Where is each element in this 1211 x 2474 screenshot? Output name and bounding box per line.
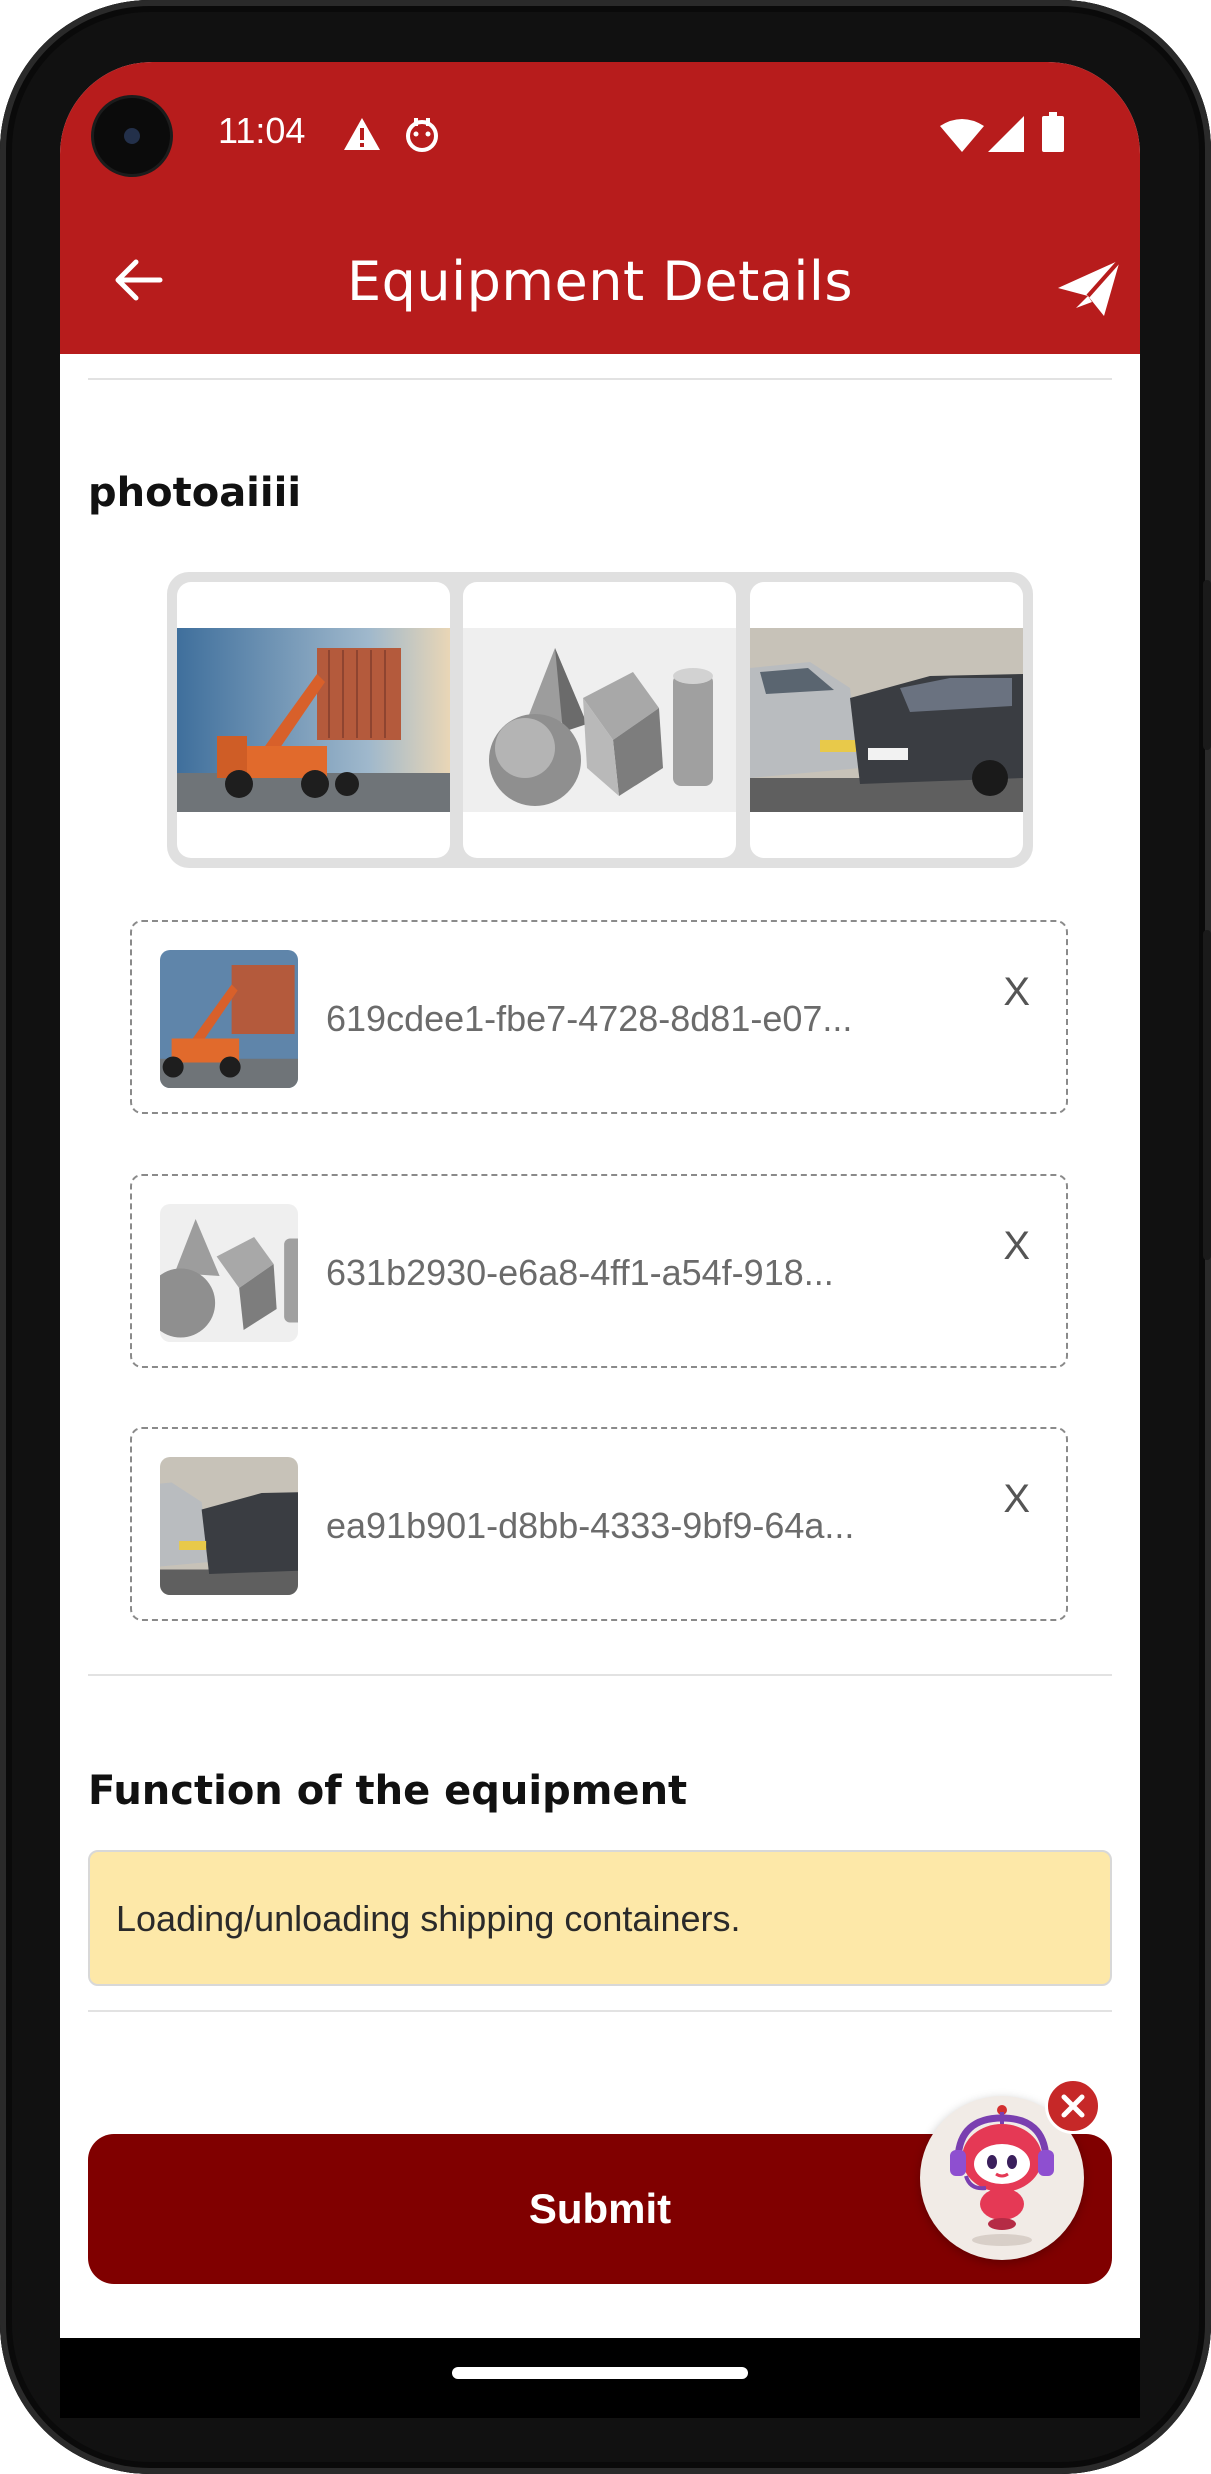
gallery-photo[interactable] <box>463 582 736 858</box>
status-time: 11:04 <box>218 110 306 151</box>
file-name: 619cdee1-fbe7-4728-8d81-e07... <box>326 998 853 1039</box>
warning-icon <box>344 118 380 150</box>
file-name: ea91b901-d8bb-4333-9bf9-64a... <box>326 1505 855 1546</box>
page-title: Equipment Details <box>347 250 853 313</box>
remove-file-button[interactable]: X <box>1003 1224 1030 1269</box>
battery-icon <box>1042 112 1064 152</box>
file-thumbnail <box>160 1457 298 1595</box>
app-screen: 11:04 Equipment Details photoaiiii 619cd… <box>60 62 1140 2354</box>
app-bar: 11:04 Equipment Details <box>60 62 1140 354</box>
gallery-photo[interactable] <box>177 582 450 858</box>
phone-frame: 11:04 Equipment Details photoaiiii 619cd… <box>0 0 1211 2474</box>
file-thumbnail <box>160 950 298 1088</box>
cellular-signal-icon <box>988 116 1024 152</box>
divider <box>88 2010 1112 2012</box>
remove-file-button[interactable]: X <box>1003 1477 1030 1522</box>
divider <box>88 378 1112 380</box>
camera-cutout <box>94 98 170 174</box>
power-button <box>1203 580 1211 750</box>
photo-gallery <box>167 572 1033 868</box>
function-value: Loading/unloading shipping containers. <box>116 1898 741 1939</box>
car-collision-photo <box>750 628 1023 812</box>
function-field[interactable]: Loading/unloading shipping containers. <box>88 1850 1112 1986</box>
notification-app-icon <box>406 118 438 152</box>
volume-button <box>1203 930 1211 1260</box>
geometric-shapes-sketch <box>160 1204 298 1342</box>
geometric-shapes-sketch <box>463 628 736 812</box>
gallery-photo[interactable] <box>750 582 1023 858</box>
container-crane-photo <box>160 950 298 1088</box>
function-label: Function of the equipment <box>88 1768 688 1814</box>
close-assistant-button[interactable] <box>1045 2078 1101 2134</box>
divider <box>88 1674 1112 1676</box>
uploaded-file-card: 631b2930-e6a8-4ff1-a54f-918... X <box>130 1174 1068 1368</box>
wifi-icon <box>940 119 984 152</box>
container-crane-photo <box>177 628 450 812</box>
uploaded-file-card: ea91b901-d8bb-4333-9bf9-64a... X <box>130 1427 1068 1621</box>
file-thumbnail <box>160 1204 298 1342</box>
close-icon <box>1061 2094 1085 2118</box>
home-indicator[interactable] <box>452 2367 748 2379</box>
file-name: 631b2930-e6a8-4ff1-a54f-918... <box>326 1252 834 1293</box>
remove-file-button[interactable]: X <box>1003 970 1030 1015</box>
uploaded-file-card: 619cdee1-fbe7-4728-8d81-e07... X <box>130 920 1068 1114</box>
paper-plane-icon[interactable] <box>1056 258 1122 318</box>
photos-label: photoaiiii <box>88 470 302 516</box>
car-collision-photo <box>160 1457 298 1595</box>
